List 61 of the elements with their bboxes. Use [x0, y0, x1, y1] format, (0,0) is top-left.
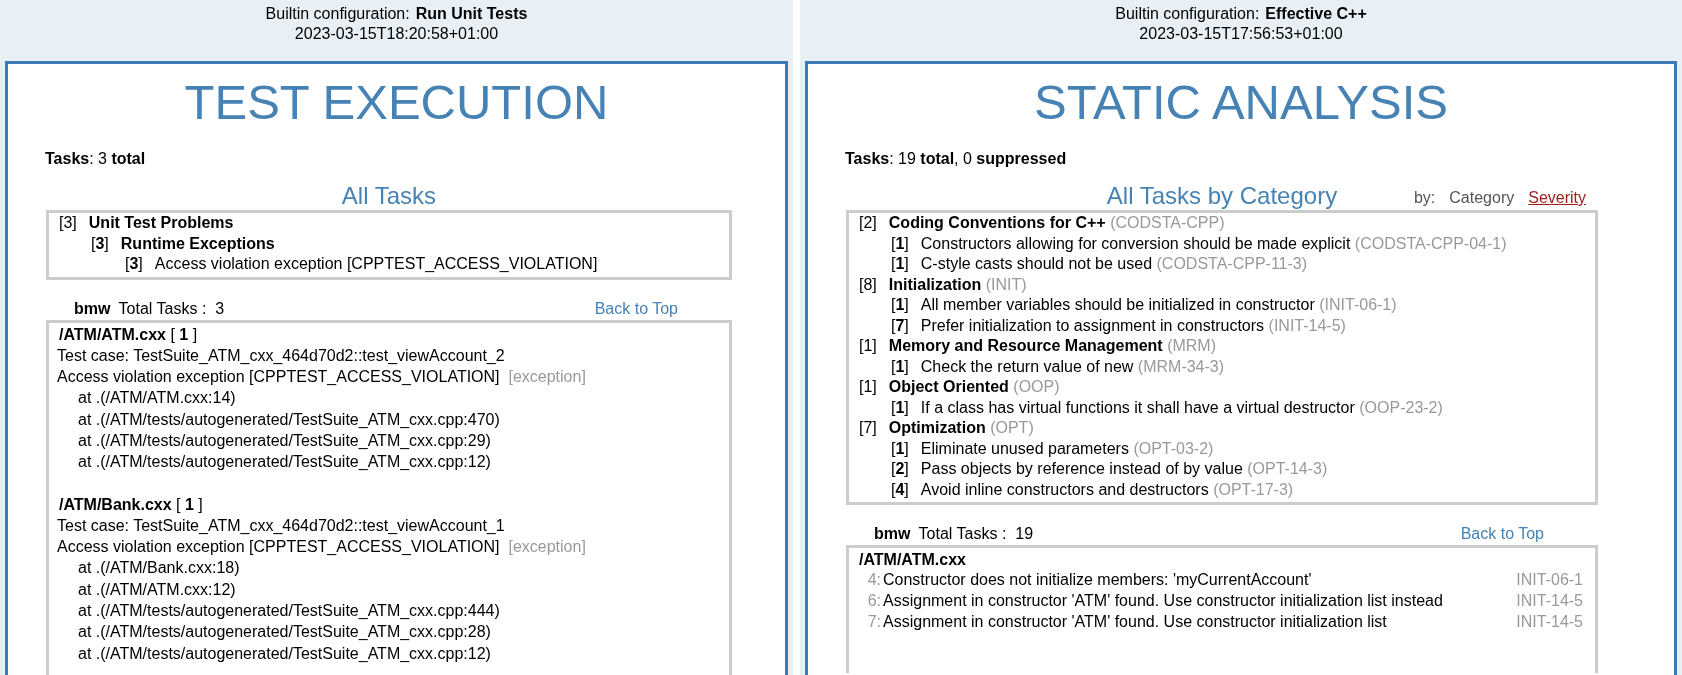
file-path: /ATM/Bank.cxx [ 1 ]	[58, 494, 204, 515]
finding-message: Assignment in constructor 'ATM' found. Use constructor initialization list	[883, 612, 1388, 632]
tree-item: [4] Avoid inline constructors and destructors (OPT-17-3)	[890, 479, 1295, 500]
tree-item: [7] Prefer initialization to assignment in constructors (INIT-14-5)	[890, 315, 1347, 336]
tasks-summary: Tasks: 19 total, 0 suppressed	[845, 150, 1068, 168]
error-message: Access violation exception [CPPTEST_ACCESS_VIOLATION] [exception]	[57, 367, 587, 388]
config-label: Builtin configuration:	[265, 5, 410, 22]
stack-frame: at .(/ATM/tests/autogenerated/TestSuite_ATM_cxx.cpp:12)	[57, 451, 717, 473]
finding-message: Constructor does not initialize members: 'myCurrentAccount'	[883, 570, 1313, 590]
sort-option[interactable]: Category	[1449, 189, 1515, 207]
rule-id: INIT-06-1	[1516, 570, 1583, 590]
test-case: Test case: TestSuite_ATM_cxx_464d70d2::test_viewAccount_1	[57, 515, 506, 536]
group-total: bmw Total Tasks : 19	[874, 524, 1034, 544]
error-message: Access violation exception [CPPTEST_ACCESS_VIOLATION] [exception]	[57, 537, 587, 558]
tree-item: [2] Pass objects by reference instead of by value (OPT-14-3)	[890, 459, 1329, 479]
line-number: 6:	[866, 591, 882, 611]
line-number: 4:	[866, 570, 882, 590]
stack-frame: at .(/ATM/tests/autogenerated/TestSuite_ATM_cxx.cpp:444)	[57, 600, 717, 622]
stack-frame: at .(/ATM/tests/autogenerated/TestSuite_ATM_cxx.cpp:12)	[57, 642, 717, 664]
tasks-summary: Tasks: 3 total	[45, 150, 147, 168]
group-total: bmw Total Tasks : 3	[74, 298, 225, 319]
finding-message: Assignment in constructor 'ATM' found. Use constructor initialization list instead	[883, 591, 1444, 611]
tree-item: [1] Constructors allowing for conversion should be made explicit (CODSTA-CPP-04-1)	[890, 233, 1508, 254]
file-path: /ATM/ATM.cxx [ 1 ]	[58, 324, 199, 345]
tree-item: [3] Access violation exception [CPPTEST_ACCESS_VIOLATION]	[124, 254, 599, 274]
tree-item: [8] Initialization (INIT)	[859, 274, 1028, 295]
stack-frame: at .(/ATM/tests/autogenerated/TestSuite_ATM_cxx.cpp:29)	[57, 430, 717, 452]
test-case: Test case: TestSuite_ATM_cxx_464d70d2::test_viewAccount_2	[57, 345, 506, 366]
timestamp: 2023-03-15T17:56:53+01:00	[1138, 24, 1344, 44]
stack-frame: at .(/ATM/ATM.cxx:12)	[57, 578, 717, 601]
stack-frame: at .(/ATM/ATM.cxx:14)	[57, 387, 717, 409]
tree-item: [1] Memory and Resource Management (MRM)	[859, 336, 1217, 356]
report-title: STATIC ANALYSIS	[1033, 74, 1449, 131]
config-name: Effective C++	[1265, 5, 1367, 22]
stack-frame: at .(/ATM/tests/autogenerated/TestSuite_ATM_cxx.cpp:470)	[57, 408, 717, 430]
back-to-top-link[interactable]: Back to Top	[1460, 523, 1544, 545]
tree-item: [3] Unit Test Problems	[59, 213, 235, 233]
stack-frame: at .(/ATM/Bank.cxx:18)	[57, 557, 717, 579]
tree-item: [1] Check the return value of new (MRM-34-3)	[890, 356, 1226, 377]
tree-item: [1] C-style casts should not be used (CODSTA-CPP-11-3)	[890, 254, 1309, 274]
tree-item: [1] Eliminate unused parameters (OPT-03-2)	[890, 438, 1215, 459]
timestamp: 2023-03-15T18:20:58+01:00	[293, 24, 500, 44]
tree-item: [1] All member variables should be initialized in constructor (INIT-06-1)	[890, 295, 1398, 315]
tree-item: [2] Coding Conventions for C++ (CODSTA-CPP)	[859, 213, 1226, 233]
sort-option[interactable]: Severity	[1528, 189, 1586, 207]
line-number: 7:	[866, 612, 882, 632]
config-label: Builtin configuration:	[1115, 5, 1260, 22]
rule-id: INIT-14-5	[1516, 591, 1583, 611]
stack-frame: at .(/ATM/tests/autogenerated/TestSuite_ATM_cxx.cpp:28)	[57, 621, 717, 643]
config-name: Run Unit Tests	[415, 5, 528, 22]
tree-item: [1] Object Oriented (OOP)	[859, 377, 1061, 397]
tree-item: [1] If a class has virtual functions it shall have a virtual destructor (OOP-23-2)	[890, 397, 1444, 418]
tree-item: [3] Runtime Exceptions	[90, 233, 276, 254]
rule-id: INIT-14-5	[1516, 612, 1583, 632]
section-heading: All Tasks by Category	[1106, 182, 1338, 210]
back-to-top-link[interactable]: Back to Top	[594, 297, 678, 320]
section-heading: All Tasks	[341, 182, 437, 210]
tree-item: [7] Optimization (OPT)	[859, 418, 1035, 438]
report-title: TEST EXECUTION	[183, 74, 610, 131]
file-path: /ATM/ATM.cxx	[858, 550, 967, 570]
sort-label: by:	[1413, 189, 1436, 207]
